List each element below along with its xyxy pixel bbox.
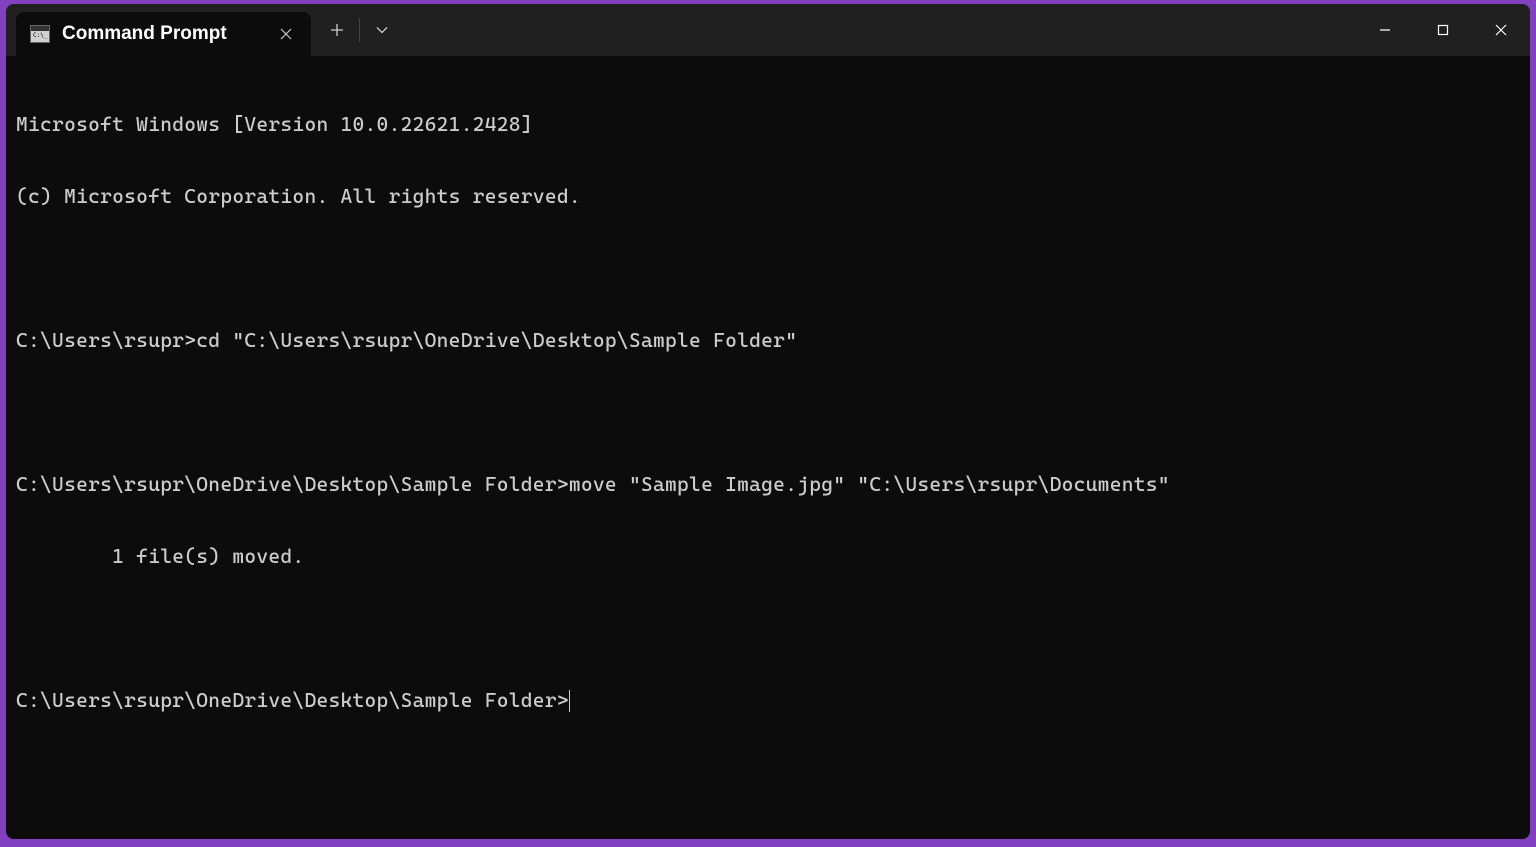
close-icon	[1495, 24, 1507, 36]
terminal-prompt-line: C:\Users\rsupr\OneDrive\Desktop\Sample F…	[16, 688, 1520, 712]
maximize-button[interactable]	[1414, 4, 1472, 56]
tab-close-button[interactable]	[275, 23, 297, 45]
plus-icon	[330, 23, 344, 37]
terminal-prompt: C:\Users\rsupr\OneDrive\Desktop\Sample F…	[16, 688, 569, 712]
tab-dropdown-button[interactable]	[362, 12, 402, 48]
maximize-icon	[1437, 24, 1449, 36]
terminal-output[interactable]: Microsoft Windows [Version 10.0.22621.24…	[6, 56, 1530, 839]
tab-actions	[311, 4, 402, 56]
cmd-icon	[30, 25, 50, 43]
terminal-line: (c) Microsoft Corporation. All rights re…	[16, 184, 1520, 208]
window-controls	[1356, 4, 1530, 56]
terminal-cursor	[569, 690, 571, 712]
tab-command-prompt[interactable]: Command Prompt	[16, 12, 311, 56]
tab-area: Command Prompt	[6, 4, 311, 56]
terminal-line: C:\Users\rsupr>cd "C:\Users\rsupr\OneDri…	[16, 328, 1520, 352]
terminal-line	[16, 400, 1520, 424]
chevron-down-icon	[376, 26, 388, 34]
terminal-line	[16, 256, 1520, 280]
tab-title: Command Prompt	[62, 23, 263, 45]
titlebar-drag-area[interactable]	[402, 4, 1356, 56]
terminal-window: Command Prompt	[6, 4, 1530, 839]
close-icon	[280, 28, 292, 40]
terminal-line: 1 file(s) moved.	[16, 544, 1520, 568]
terminal-line: C:\Users\rsupr\OneDrive\Desktop\Sample F…	[16, 472, 1520, 496]
titlebar[interactable]: Command Prompt	[6, 4, 1530, 56]
terminal-line: Microsoft Windows [Version 10.0.22621.24…	[16, 112, 1520, 136]
minimize-icon	[1379, 24, 1391, 36]
terminal-line	[16, 616, 1520, 640]
tab-divider	[359, 18, 360, 42]
minimize-button[interactable]	[1356, 4, 1414, 56]
close-window-button[interactable]	[1472, 4, 1530, 56]
new-tab-button[interactable]	[317, 12, 357, 48]
